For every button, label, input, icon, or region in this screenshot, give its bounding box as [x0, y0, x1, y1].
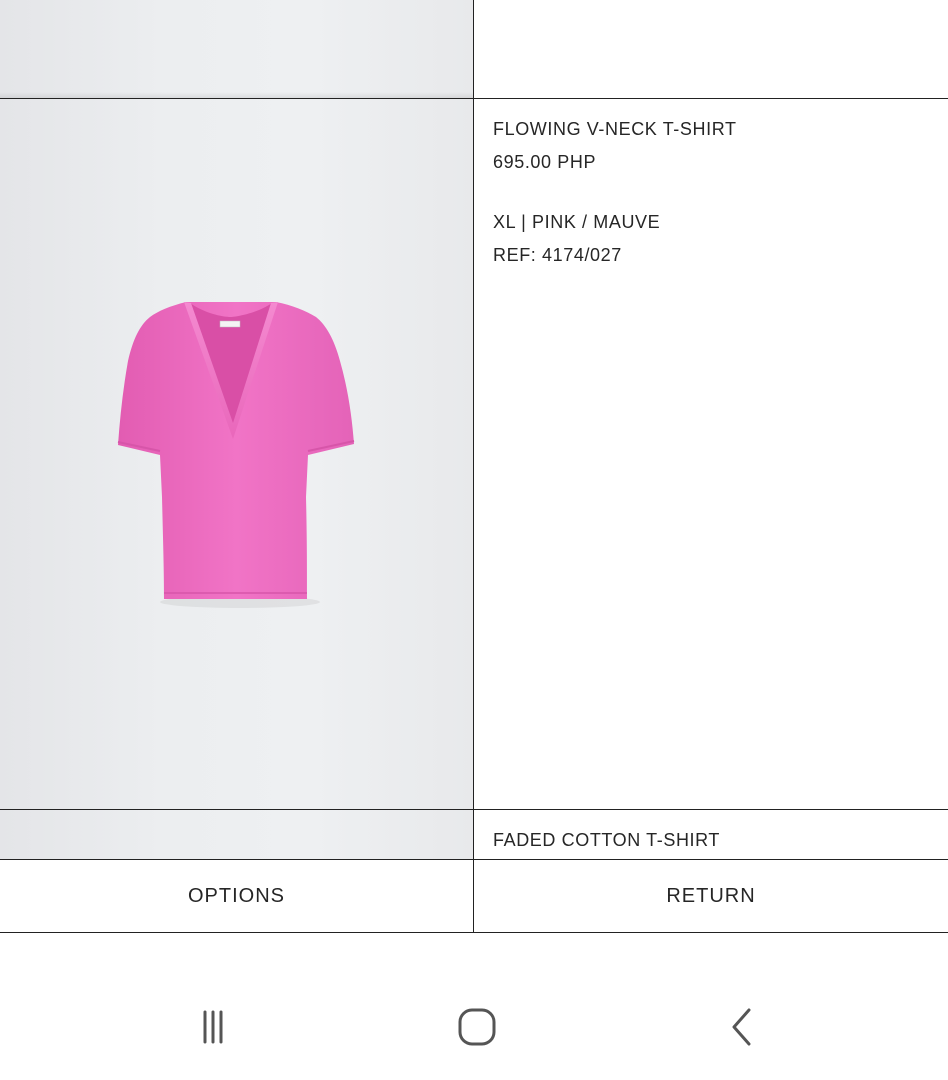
next-item-image[interactable] — [0, 810, 473, 859]
product-title[interactable]: FLOWING V-NECK T-SHIRT — [493, 119, 737, 139]
divider-vertical — [473, 860, 474, 932]
product-row: FLOWING V-NECK T-SHIRT 695.00 PHP XL | P… — [0, 99, 948, 809]
next-item-details: FADED COTTON T-SHIRT — [474, 810, 948, 859]
divider-vertical — [473, 810, 474, 859]
previous-item-row — [0, 0, 948, 98]
product-price: 695.00 PHP — [493, 152, 597, 172]
product-details: FLOWING V-NECK T-SHIRT 695.00 PHP XL | P… — [474, 99, 948, 809]
divider-vertical — [473, 99, 474, 809]
next-item-row: FADED COTTON T-SHIRT — [0, 810, 948, 859]
back-icon — [732, 1008, 751, 1046]
home-button[interactable] — [447, 1003, 507, 1051]
recent-apps-button[interactable] — [183, 1003, 243, 1051]
return-button[interactable]: RETURN — [474, 860, 948, 932]
product-variant: XL | PINK / MAUVE — [493, 212, 661, 232]
options-button[interactable]: OPTIONS — [0, 860, 473, 932]
divider-vertical — [473, 0, 474, 98]
product-reference: REF: 4174/027 — [493, 245, 622, 265]
action-bar: OPTIONS RETURN — [0, 860, 948, 932]
next-item-title[interactable]: FADED COTTON T-SHIRT — [493, 830, 720, 851]
back-button[interactable] — [714, 1003, 774, 1051]
recent-apps-icon — [203, 1010, 223, 1044]
tshirt-image — [117, 302, 355, 608]
previous-item-image[interactable] — [0, 0, 473, 98]
previous-item-details — [474, 0, 948, 98]
product-image[interactable] — [0, 99, 473, 809]
system-navigation-bar — [0, 933, 948, 1080]
home-icon — [458, 1008, 496, 1046]
